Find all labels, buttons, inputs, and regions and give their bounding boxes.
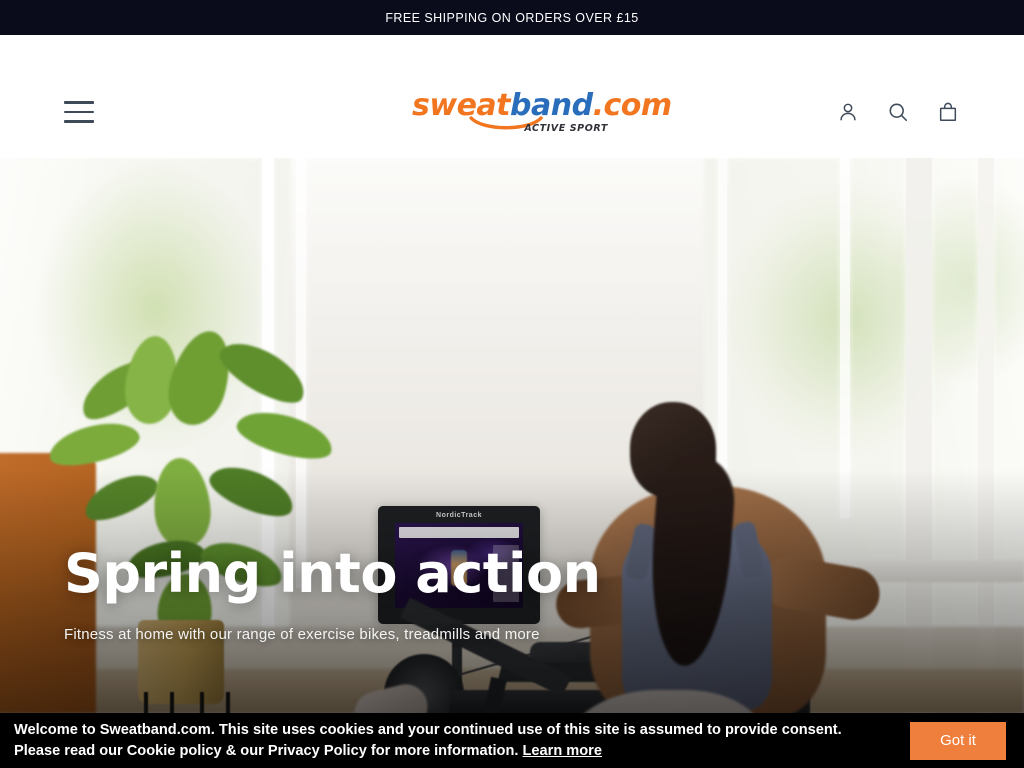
hamburger-bar xyxy=(64,101,94,104)
logo-sweat-text: sweat xyxy=(412,88,511,123)
hero-banner[interactable]: NordicTrack Spring into action Fitness a… xyxy=(0,158,1024,713)
plant-leaf xyxy=(45,415,143,473)
house-plant xyxy=(30,324,338,713)
account-button[interactable] xyxy=(834,97,862,127)
hamburger-bar xyxy=(64,110,94,114)
cookie-message-text: Welcome to Sweatband.com. This site uses… xyxy=(14,721,842,759)
cookie-learn-more-link[interactable]: Learn more xyxy=(523,743,602,759)
page-root: FREE SHIPPING ON ORDERS OVER £15 sweatba… xyxy=(0,0,1024,768)
logo-tagline: ACTIVE SPORT xyxy=(524,123,608,134)
hero-subtitle: Fitness at home with our range of exerci… xyxy=(64,626,540,643)
cookie-consent-banner: Welcome to Sweatband.com. This site uses… xyxy=(0,713,1024,768)
logo-wordmark: sweatband.com xyxy=(412,88,672,130)
announcement-text: FREE SHIPPING ON ORDERS OVER £15 xyxy=(385,10,639,25)
hero-content: Spring into action Fitness at home with … xyxy=(64,545,704,645)
site-logo[interactable]: sweatband.com ACTIVE SPORT xyxy=(412,88,672,142)
plant-stand-leg xyxy=(170,692,174,713)
hamburger-menu-icon[interactable] xyxy=(64,97,98,127)
header-actions xyxy=(834,97,962,127)
shopping-bag-icon xyxy=(937,101,959,123)
logo-com-text: .com xyxy=(592,88,673,123)
hero-title: Spring into action xyxy=(64,542,601,605)
cookie-accept-button[interactable]: Got it xyxy=(910,721,1006,760)
plant-leaf xyxy=(159,324,241,432)
console-brand-text: NordicTrack xyxy=(436,512,482,519)
logo-band-text: band xyxy=(510,88,593,123)
cart-button[interactable] xyxy=(934,97,962,127)
hamburger-bar xyxy=(64,120,94,123)
plant-leaf xyxy=(78,465,164,529)
console-screen-topbar xyxy=(399,527,519,538)
person-icon xyxy=(837,101,859,123)
plant-stand-leg xyxy=(226,692,230,713)
search-icon xyxy=(887,101,909,123)
cookie-message: Welcome to Sweatband.com. This site uses… xyxy=(14,720,910,762)
plant-stand-leg xyxy=(144,692,148,713)
plant-stand-leg xyxy=(200,692,204,713)
plant-leaf xyxy=(150,456,214,550)
announcement-bar: FREE SHIPPING ON ORDERS OVER £15 xyxy=(0,0,1024,35)
search-button[interactable] xyxy=(884,97,912,127)
site-header: sweatband.com ACTIVE SPORT xyxy=(0,35,1024,158)
plant-leaf xyxy=(232,403,338,467)
plant-leaf xyxy=(204,456,300,526)
